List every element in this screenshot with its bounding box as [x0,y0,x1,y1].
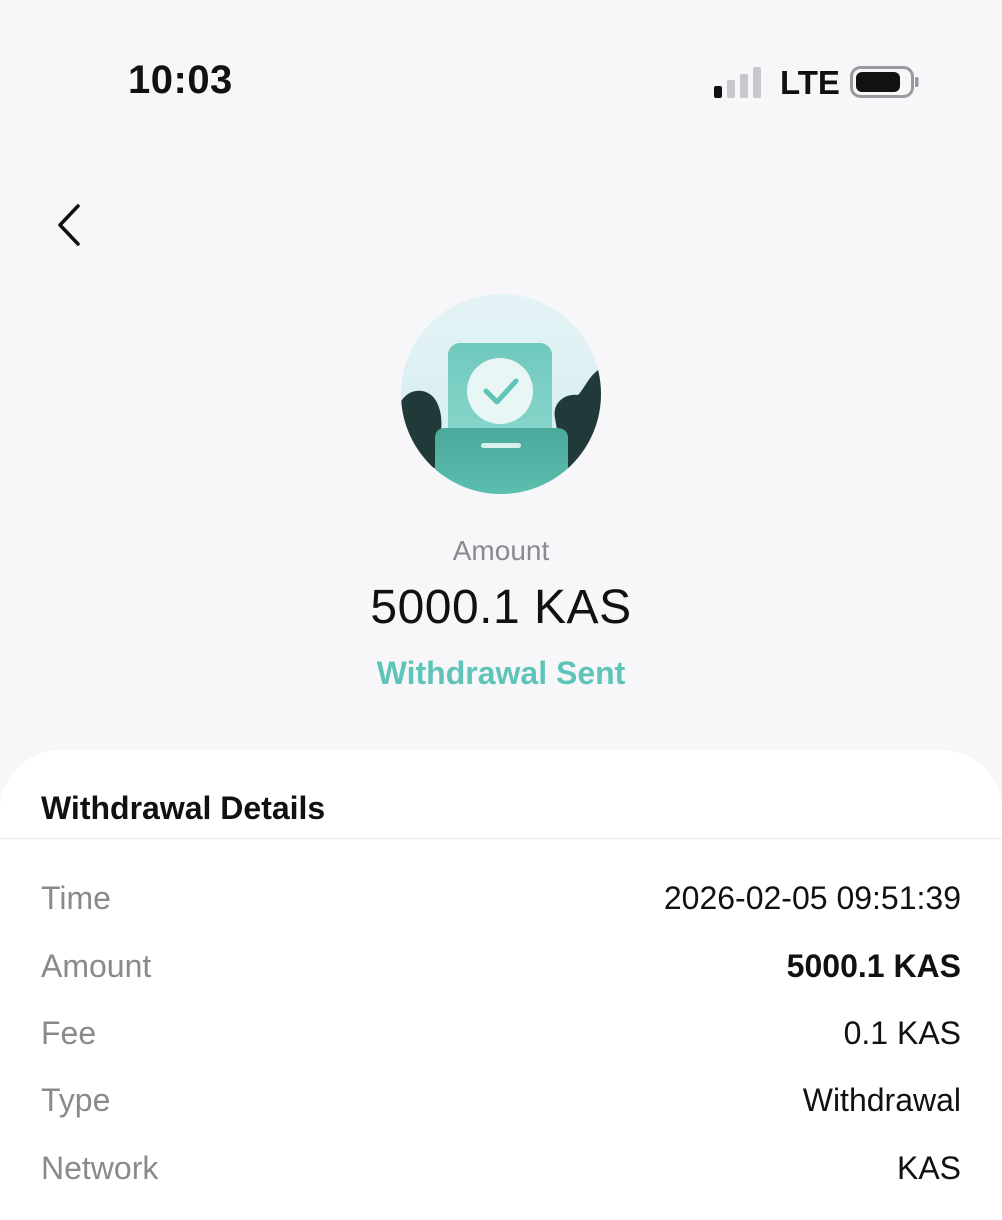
cellular-signal-icon [714,67,761,98]
amount-label: Amount [452,535,550,566]
detail-row-network: Network KAS [41,1146,961,1190]
detail-label: Time [41,879,111,916]
detail-label: Type [41,1081,111,1118]
detail-row-type: Type Withdrawal [41,1078,961,1122]
detail-label: Network [41,1149,159,1186]
details-title: Withdrawal Details [41,790,326,826]
detail-value: Withdrawal [802,1081,961,1118]
withdrawal-status: Withdrawal Sent [376,655,626,691]
detail-value: 5000.1 KAS [786,947,961,984]
chevron-left-icon [58,204,80,246]
status-bar: 10:03 LTE [0,0,1002,150]
detail-row-amount: Amount 5000.1 KAS [41,944,961,988]
withdrawal-success-illustration [401,294,601,494]
detail-value: KAS [896,1149,961,1186]
back-button[interactable] [40,195,100,255]
detail-row-fee: Fee 0.1 KAS [41,1011,961,1055]
status-time: 10:03 [128,58,233,102]
divider [0,838,1002,839]
withdrawal-details-card: Withdrawal Details Time 2026-02-05 09:51… [0,750,1002,1220]
detail-label: Fee [41,1014,97,1051]
amount-value: 5000.1 KAS [370,581,632,634]
detail-row-time: Time 2026-02-05 09:51:39 [41,876,961,920]
detail-value: 2026-02-05 09:51:39 [663,879,961,916]
detail-label: Amount [41,947,152,984]
battery-icon [850,66,919,98]
detail-value: 0.1 KAS [843,1014,961,1051]
network-type: LTE [780,64,840,101]
